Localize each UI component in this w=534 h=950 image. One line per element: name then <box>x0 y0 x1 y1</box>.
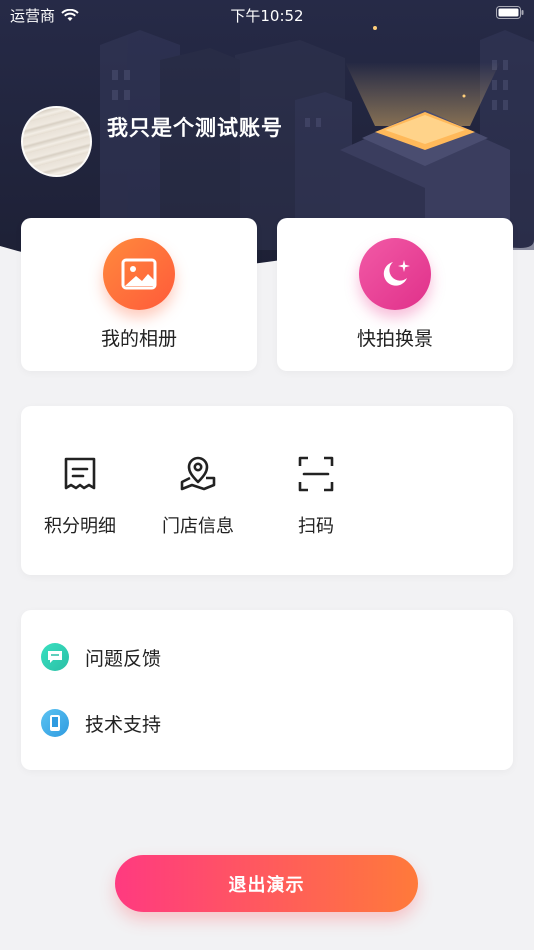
store-info-item[interactable]: 门店信息 <box>139 454 257 538</box>
avatar[interactable] <box>21 106 92 177</box>
list-item-tech-support[interactable]: 技术支持 <box>41 707 161 739</box>
status-time: 下午10:52 <box>230 7 304 25</box>
scan-icon <box>257 454 375 494</box>
phone-icon <box>41 709 69 737</box>
receipt-icon <box>21 454 139 494</box>
my-album-card[interactable]: 我的相册 <box>21 218 257 371</box>
list-item-feedback[interactable]: 问题反馈 <box>41 641 161 673</box>
quick-scene-label: 快拍换景 <box>356 328 433 350</box>
status-bar: 运营商 下午10:52 <box>0 0 534 28</box>
username: 我只是个测试账号 <box>107 116 283 140</box>
chat-icon <box>41 643 69 671</box>
points-detail-label: 积分明细 <box>44 516 116 537</box>
tools-card: 积分明细 门店信息 扫码 <box>21 406 513 575</box>
support-list-card: 问题反馈 技术支持 <box>21 610 513 770</box>
photo-icon <box>103 238 175 310</box>
scan-item[interactable]: 扫码 <box>257 454 375 538</box>
points-detail-item[interactable]: 积分明细 <box>21 454 139 538</box>
logout-button[interactable]: 退出演示 <box>115 855 418 912</box>
my-album-label: 我的相册 <box>100 328 177 350</box>
quick-scene-card[interactable]: 快拍换景 <box>277 218 513 371</box>
scan-label: 扫码 <box>298 516 334 537</box>
moon-sparkle-icon <box>359 238 431 310</box>
feedback-label: 问题反馈 <box>85 647 162 670</box>
tech-support-label: 技术支持 <box>85 713 162 736</box>
store-info-label: 门店信息 <box>162 516 234 537</box>
map-pin-icon <box>139 454 257 494</box>
battery-icon <box>496 6 524 19</box>
